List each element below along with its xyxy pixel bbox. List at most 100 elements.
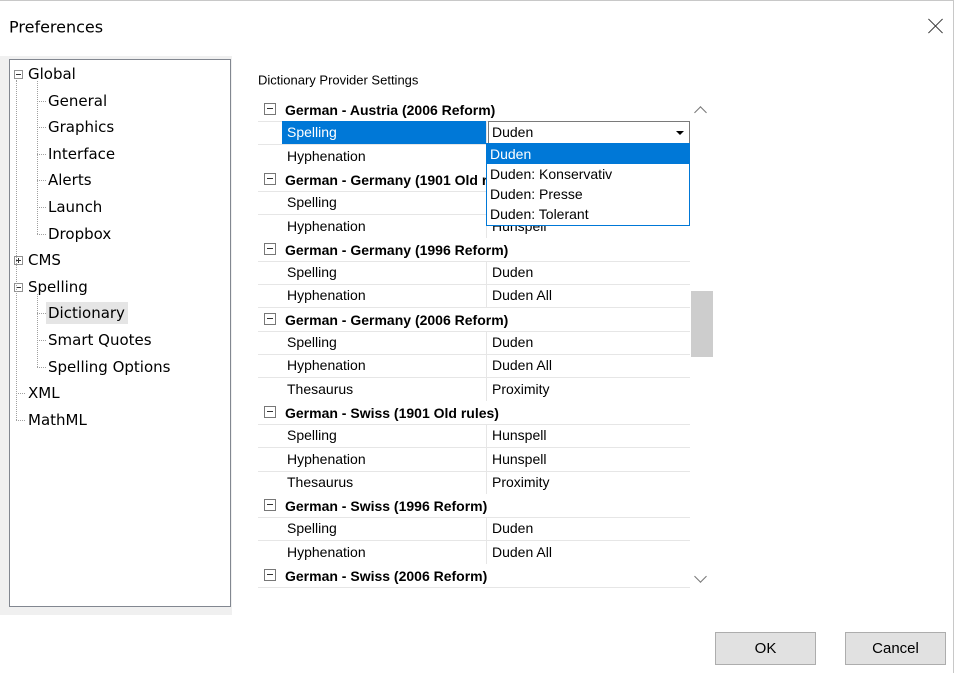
tree-connector bbox=[37, 81, 38, 234]
category-tree[interactable]: Global General Graphics Interface Alerts Laun… bbox=[9, 59, 231, 607]
tree-item-alerts[interactable]: Alerts bbox=[46, 169, 95, 191]
property-name[interactable]: Hyphenation bbox=[282, 540, 487, 564]
property-name[interactable]: Hyphenation bbox=[282, 214, 487, 238]
property-name[interactable]: Hyphenation bbox=[282, 144, 487, 168]
property-row[interactable]: Spelling Duden bbox=[258, 121, 690, 146]
category-title: German - Austria (2006 Reform) bbox=[285, 102, 496, 118]
category-row[interactable]: German - Germany (1996 Reform) bbox=[258, 237, 690, 262]
collapse-icon[interactable] bbox=[264, 312, 276, 325]
settings-header: Dictionary Provider Settings bbox=[258, 72, 419, 88]
property-name[interactable]: Spelling bbox=[282, 121, 487, 145]
tree-connector bbox=[16, 419, 25, 421]
title-bar: Preferences bbox=[0, 1, 953, 39]
property-row[interactable]: Spelling Duden bbox=[258, 261, 690, 286]
tree-node-mathml[interactable]: MathML bbox=[26, 409, 90, 431]
property-value[interactable]: Proximity bbox=[488, 471, 690, 494]
category-row[interactable]: German - Swiss (2006 Reform) bbox=[258, 564, 690, 588]
property-name[interactable]: Spelling bbox=[282, 517, 487, 541]
property-name[interactable]: Spelling bbox=[282, 331, 487, 354]
tree-item-interface[interactable]: Interface bbox=[46, 143, 118, 165]
scroll-up-icon[interactable] bbox=[694, 106, 707, 119]
dropdown-arrow-icon[interactable] bbox=[669, 122, 689, 143]
cancel-button[interactable]: Cancel bbox=[845, 632, 946, 665]
property-value-text: Hunspell bbox=[492, 427, 547, 444]
tree-item-smart-quotes[interactable]: Smart Quotes bbox=[46, 329, 155, 351]
collapse-icon[interactable] bbox=[264, 172, 276, 185]
tree-connector bbox=[37, 233, 46, 235]
collapse-icon[interactable] bbox=[264, 405, 276, 418]
property-row[interactable]: Spelling Hunspell bbox=[258, 424, 690, 449]
value-dropdown-list[interactable]: Duden Duden: Konservativ Duden: Presse Dude… bbox=[486, 143, 690, 226]
property-name[interactable]: Thesaurus bbox=[282, 470, 487, 494]
category-row[interactable]: German - Germany (2006 Reform) bbox=[258, 307, 690, 332]
tree-connector bbox=[37, 207, 46, 208]
category-row[interactable]: German - Swiss (1996 Reform) bbox=[258, 494, 690, 519]
property-row[interactable]: Thesaurus Proximity bbox=[258, 377, 690, 402]
tree-node-global-collapse-icon[interactable] bbox=[14, 70, 23, 79]
category-title: German - Swiss (1901 Old rules) bbox=[285, 404, 499, 421]
property-row[interactable]: Thesaurus Proximity bbox=[258, 470, 690, 495]
property-name[interactable]: Spelling bbox=[282, 261, 487, 285]
property-name[interactable]: Hyphenation bbox=[282, 447, 487, 471]
window-title: Preferences bbox=[9, 17, 104, 37]
tree-item-spelling-options[interactable]: Spelling Options bbox=[46, 356, 173, 378]
property-row[interactable]: Spelling Duden bbox=[258, 517, 690, 542]
property-value-text: Proximity bbox=[492, 380, 550, 397]
tree-node-global[interactable]: Global bbox=[26, 63, 79, 85]
dropdown-option[interactable]: Duden: Presse bbox=[487, 184, 689, 204]
property-value[interactable]: Duden All bbox=[488, 541, 690, 564]
scroll-down-icon[interactable] bbox=[694, 570, 707, 583]
tree-node-spelling[interactable]: Spelling bbox=[26, 276, 91, 298]
category-title: German - Germany (1996 Reform) bbox=[285, 241, 509, 258]
tree-item-graphics[interactable]: Graphics bbox=[46, 116, 117, 138]
property-row[interactable]: Spelling Duden bbox=[258, 331, 690, 355]
tree-node-xml[interactable]: XML bbox=[26, 382, 63, 404]
tree-connector bbox=[37, 313, 46, 315]
property-name[interactable]: Spelling bbox=[282, 424, 487, 448]
property-row[interactable]: Hyphenation Duden All bbox=[258, 540, 690, 565]
property-value[interactable]: Duden bbox=[488, 331, 690, 354]
property-value[interactable]: Duden bbox=[488, 517, 690, 540]
property-value[interactable]: Duden All bbox=[488, 354, 690, 377]
category-title: German - Swiss (1996 Reform) bbox=[285, 498, 488, 515]
tree-item-dropbox[interactable]: Dropbox bbox=[46, 223, 114, 245]
property-name[interactable]: Hyphenation bbox=[282, 354, 487, 378]
property-value-text: Duden All bbox=[492, 543, 552, 560]
property-value[interactable]: Proximity bbox=[488, 378, 690, 401]
collapse-icon[interactable] bbox=[264, 242, 276, 255]
tree-item-launch[interactable]: Launch bbox=[46, 196, 105, 218]
tree-connector bbox=[16, 80, 17, 420]
property-name[interactable]: Spelling bbox=[282, 191, 487, 215]
ok-button[interactable]: OK bbox=[715, 632, 816, 665]
tree-item-dictionary[interactable]: Dictionary bbox=[46, 302, 128, 325]
property-value[interactable]: Hunspell bbox=[488, 424, 690, 447]
property-value-text: Duden All bbox=[492, 287, 552, 304]
tree-connector bbox=[37, 366, 46, 368]
property-value[interactable]: Hunspell bbox=[488, 448, 690, 471]
dropdown-option[interactable]: Duden: Tolerant bbox=[487, 204, 689, 224]
preferences-window: Preferences Global General Graphics Interfa… bbox=[0, 0, 954, 673]
property-value-text: Duden bbox=[492, 520, 534, 537]
property-value[interactable]: Duden bbox=[488, 261, 690, 284]
property-row[interactable]: Hyphenation Duden All bbox=[258, 354, 690, 379]
tree-connector bbox=[37, 100, 46, 102]
dropdown-option[interactable]: Duden: Konservativ bbox=[487, 164, 689, 184]
category-row[interactable]: German - Swiss (1901 Old rules) bbox=[258, 400, 690, 425]
scroll-thumb[interactable] bbox=[691, 291, 713, 357]
property-name[interactable]: Hyphenation bbox=[282, 284, 487, 308]
property-row[interactable]: Hyphenation Duden All bbox=[258, 284, 690, 309]
category-row[interactable]: German - Austria (2006 Reform) bbox=[258, 98, 690, 122]
tree-node-cms[interactable]: CMS bbox=[26, 249, 64, 271]
collapse-icon[interactable] bbox=[264, 569, 276, 581]
tree-connector bbox=[37, 340, 46, 341]
tree-item-general[interactable]: General bbox=[46, 90, 110, 112]
collapse-icon[interactable] bbox=[264, 499, 276, 512]
close-icon[interactable] bbox=[925, 16, 947, 38]
value-select[interactable]: Duden bbox=[488, 121, 690, 145]
property-row[interactable]: Hyphenation Hunspell bbox=[258, 447, 690, 472]
collapse-icon[interactable] bbox=[264, 103, 276, 115]
property-name[interactable]: Thesaurus bbox=[282, 377, 487, 401]
vertical-scrollbar[interactable] bbox=[690, 98, 714, 591]
property-value[interactable]: Duden All bbox=[488, 284, 690, 307]
dropdown-option[interactable]: Duden bbox=[487, 144, 689, 164]
